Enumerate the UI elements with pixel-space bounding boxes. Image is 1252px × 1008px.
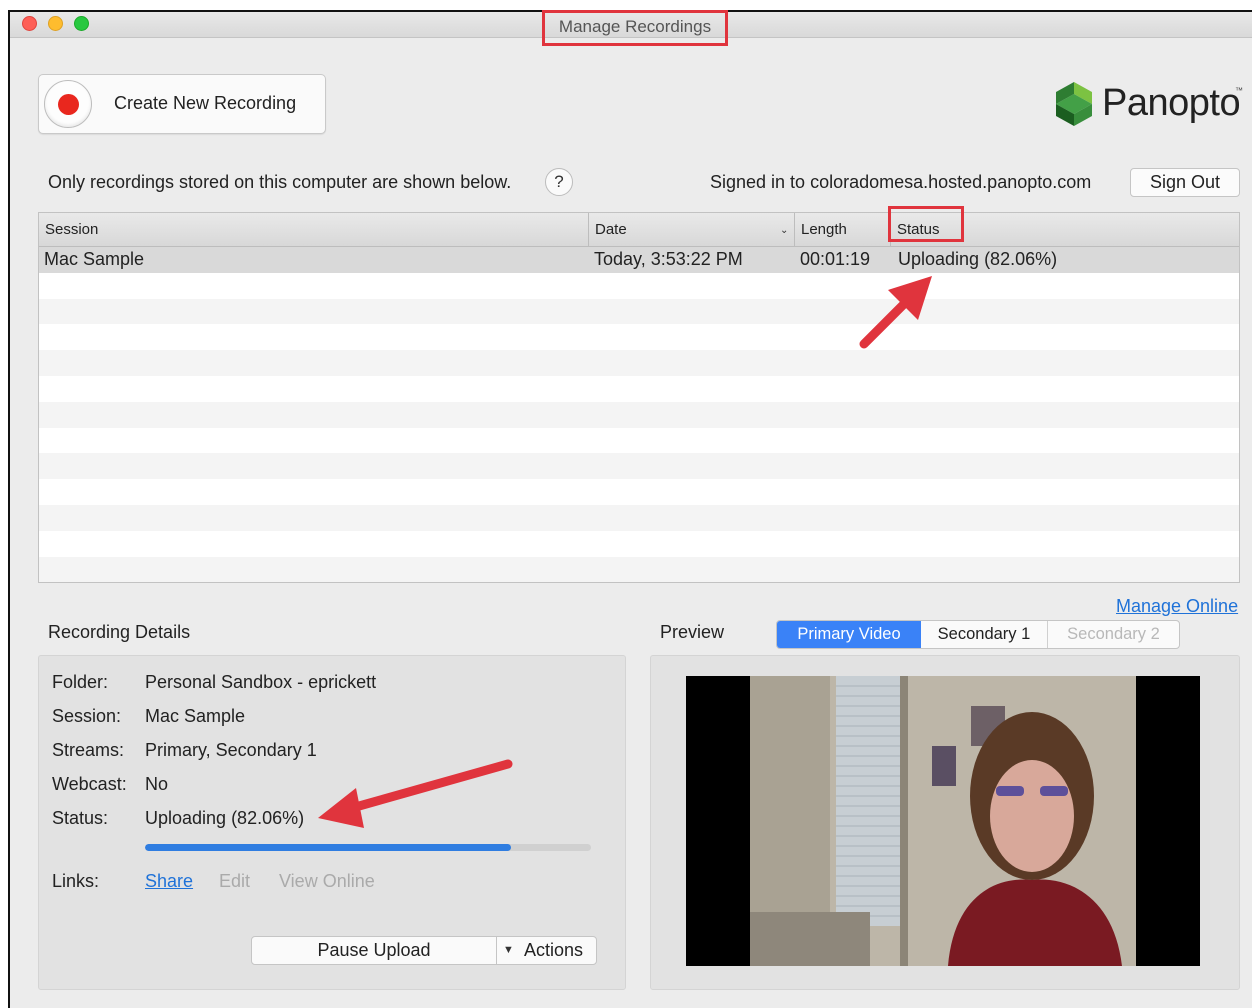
manage-recordings-window: Manage Recordings Create New Recording P…: [8, 10, 1252, 1008]
status-highlight-box: [888, 206, 964, 242]
create-new-recording-button[interactable]: Create New Recording: [38, 74, 326, 134]
cell-status: Uploading (82.06%): [898, 249, 1058, 269]
window-title: Manage Recordings: [542, 10, 728, 46]
recordings-table: Session Date ⌄ Length Status Mac Sample …: [38, 212, 1240, 583]
folder-label: Folder:: [52, 672, 109, 692]
video-preview: [686, 676, 1200, 966]
tab-secondary-1[interactable]: Secondary 1: [921, 621, 1048, 648]
empty-row: [39, 350, 1239, 376]
empty-row: [39, 556, 1239, 582]
table-header: Session Date ⌄ Length Status: [39, 213, 1239, 247]
table-body: Mac Sample Today, 3:53:22 PM 00:01:19 Up…: [39, 247, 1239, 582]
cell-session: Mac Sample: [44, 249, 145, 269]
tab-primary-video[interactable]: Primary Video: [777, 621, 921, 648]
cell-length: 00:01:19: [800, 249, 871, 269]
empty-row: [39, 479, 1239, 505]
cell-date: Today, 3:53:22 PM: [594, 249, 743, 269]
session-value: Mac Sample: [145, 706, 246, 726]
logo-trademark: ™: [1235, 86, 1243, 95]
panopto-logo-icon: [1056, 82, 1092, 126]
status-label: Status:: [52, 808, 109, 828]
empty-row: [39, 427, 1239, 454]
view-online-link: View Online: [279, 871, 375, 891]
upload-action-group: Pause Upload ▼ Actions: [251, 936, 597, 965]
empty-row: [39, 453, 1239, 480]
streams-value: Primary, Secondary 1: [145, 740, 317, 760]
preview-stream-tabs: Primary Video Secondary 1 Secondary 2: [776, 620, 1180, 649]
manage-online-link[interactable]: Manage Online: [1116, 596, 1238, 617]
signed-in-label: Signed in to coloradomesa.hosted.panopto…: [710, 172, 1092, 192]
chevron-down-icon[interactable]: ⌄: [780, 225, 788, 236]
video-frame-image: [686, 676, 1200, 966]
empty-row: [39, 401, 1239, 428]
sign-out-button[interactable]: Sign Out: [1130, 168, 1240, 197]
upload-progress-bar: [145, 844, 591, 851]
webcast-value: No: [145, 774, 169, 794]
table-row[interactable]: Mac Sample Today, 3:53:22 PM 00:01:19 Up…: [39, 247, 1239, 273]
status-value: Uploading (82.06%): [145, 808, 305, 828]
help-button[interactable]: ?: [545, 168, 573, 196]
panopto-logo: Panopto ™: [1052, 80, 1243, 130]
webcast-label: Webcast:: [52, 774, 127, 794]
links-label: Links:: [52, 871, 100, 891]
minimize-window-button[interactable]: [48, 16, 63, 31]
recording-details-title: Recording Details: [48, 622, 191, 642]
share-link[interactable]: Share: [145, 871, 193, 892]
empty-row: [39, 375, 1239, 402]
empty-row: [39, 324, 1239, 351]
edit-link: Edit: [219, 871, 251, 891]
upload-progress-fill: [145, 844, 511, 851]
pause-upload-button[interactable]: Pause Upload: [252, 937, 497, 964]
preview-panel: [650, 655, 1240, 990]
empty-row: [39, 530, 1239, 557]
tab-secondary-2: Secondary 2: [1067, 625, 1160, 643]
column-header-length[interactable]: Length: [794, 213, 890, 247]
create-new-recording-label: Create New Recording: [114, 93, 297, 113]
dropdown-triangle-icon: ▼: [503, 944, 514, 956]
actions-dropdown[interactable]: ▼ Actions: [497, 937, 596, 964]
local-recordings-note: Only recordings stored on this computer …: [48, 172, 512, 192]
close-window-button[interactable]: [22, 16, 37, 31]
zoom-window-button[interactable]: [74, 16, 89, 31]
session-label: Session:: [52, 706, 122, 726]
streams-label: Streams:: [52, 740, 125, 760]
empty-row: [39, 504, 1239, 531]
empty-row: [39, 298, 1239, 325]
recording-details-panel: Folder: Personal Sandbox - eprickett Ses…: [38, 655, 626, 990]
logo-wordmark: Panopto: [1102, 82, 1241, 124]
record-icon: [44, 80, 92, 128]
preview-title: Preview: [660, 622, 725, 642]
folder-value: Personal Sandbox - eprickett: [145, 672, 377, 692]
empty-row: [39, 272, 1239, 299]
column-header-session[interactable]: Session: [39, 213, 588, 247]
actions-label: Actions: [524, 940, 584, 960]
column-header-date[interactable]: Date: [588, 213, 794, 247]
